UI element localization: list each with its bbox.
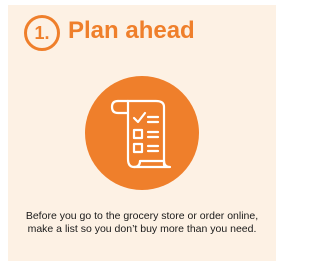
step-number: 1.: [34, 23, 50, 43]
tip-description: Before you go to the grocery store or or…: [25, 210, 259, 235]
tip-title: Plan ahead: [68, 17, 195, 44]
step-number-badge: 1.: [24, 15, 60, 51]
tip-card: 1. Plan ahead Before you go to the groce…: [8, 5, 276, 261]
tip-header: 1. Plan ahead: [8, 5, 276, 65]
checklist-scroll-illustration: [85, 76, 199, 190]
shopping-list-checklist-icon: [84, 75, 200, 191]
